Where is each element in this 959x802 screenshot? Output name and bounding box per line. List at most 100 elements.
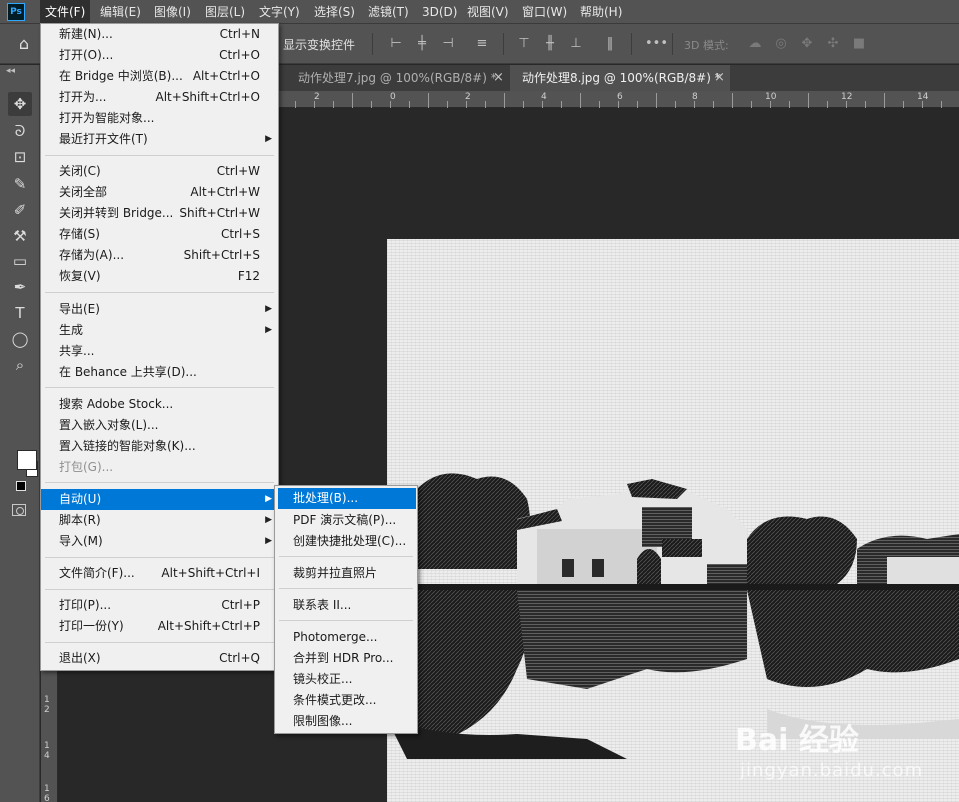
menu-item-print-one-copy[interactable]: 打印一份(Y) Alt+Shift+Ctrl+P <box>41 616 278 637</box>
menu-item-open[interactable]: 打开(O)... Ctrl+O <box>41 45 278 66</box>
file-menu: 新建(N)... Ctrl+N 打开(O)... Ctrl+O 在 Bridge 中… <box>40 23 279 671</box>
ruler-tick <box>751 101 752 108</box>
align-center-horizontal-icon[interactable]: ╪ <box>413 35 431 53</box>
submenu-arrow-icon: ▶ <box>265 494 272 504</box>
tools-panel: ◂◂ ✥ ᘐ ⊡ ✎ ✐ ⚒ ▭ ✒ T ◯ ⌕ <box>0 65 40 802</box>
menu-select[interactable]: 选择(S) <box>309 0 360 24</box>
menu-help[interactable]: 帮助(H) <box>575 0 627 24</box>
submenu-arrow-icon: ▶ <box>265 134 272 144</box>
ellipse-tool-icon[interactable]: ◯ <box>8 327 32 351</box>
divider <box>672 33 673 55</box>
menu-item-file-info[interactable]: 文件简介(F)... Alt+Shift+Ctrl+I <box>41 563 278 584</box>
menu-edit[interactable]: 编辑(E) <box>95 0 146 24</box>
ruler-tick <box>808 93 809 108</box>
menu-item-revert[interactable]: 恢复(V) F12 <box>41 266 278 287</box>
brush-tool-icon[interactable]: ✐ <box>8 198 32 222</box>
crop-tool-icon[interactable]: ⊡ <box>8 145 32 169</box>
menu-item-automate[interactable]: 自动(U) ▶ <box>41 489 278 510</box>
distribute-vertical-icon[interactable]: ‖ <box>601 35 619 53</box>
ruler-tick <box>352 93 353 108</box>
menu-item-merge-to-hdr[interactable]: 合并到 HDR Pro... <box>275 648 417 669</box>
menu-item-save[interactable]: 存储(S) Ctrl+S <box>41 224 278 245</box>
menu-separator <box>279 556 413 557</box>
menu-separator <box>45 292 274 293</box>
menu-item-save-as[interactable]: 存储为(A)... Shift+Ctrl+S <box>41 245 278 266</box>
menu-item-scripts[interactable]: 脚本(R) ▶ <box>41 510 278 531</box>
menu-image[interactable]: 图像(I) <box>149 0 196 24</box>
menu-item-place-linked[interactable]: 置入链接的智能对象(K)... <box>41 436 278 457</box>
menu-item-close[interactable]: 关闭(C) Ctrl+W <box>41 161 278 182</box>
menu-item-photomerge[interactable]: Photomerge... <box>275 627 417 648</box>
3d-roll-icon[interactable]: ◎ <box>772 35 790 53</box>
menu-item-close-all[interactable]: 关闭全部 Alt+Ctrl+W <box>41 182 278 203</box>
foreground-color-swatch[interactable] <box>17 450 37 470</box>
pen-tool-icon[interactable]: ✒ <box>8 275 32 299</box>
zoom-tool-icon[interactable]: ⌕ <box>8 353 32 377</box>
menu-item-conditional-mode-change[interactable]: 条件模式更改... <box>275 690 417 711</box>
menu-item-print[interactable]: 打印(P)... Ctrl+P <box>41 595 278 616</box>
distribute-icon[interactable]: ≡ <box>473 35 491 53</box>
menu-item-crop-and-straighten[interactable]: 裁剪并拉直照片 <box>275 563 417 584</box>
clone-stamp-tool-icon[interactable]: ⚒ <box>8 224 32 248</box>
menu-item-close-and-go-to-bridge[interactable]: 关闭并转到 Bridge... Shift+Ctrl+W <box>41 203 278 224</box>
menu-item-generate[interactable]: 生成 ▶ <box>41 320 278 341</box>
ruler-tick <box>732 93 733 108</box>
menu-item-share[interactable]: 共享... <box>41 341 278 362</box>
menu-filter[interactable]: 滤镜(T) <box>363 0 414 24</box>
3d-camera-icon[interactable]: ■ <box>850 35 868 53</box>
ruler-tick <box>599 101 600 108</box>
show-transform-controls-label[interactable]: 显示变换控件 <box>283 36 355 53</box>
align-right-icon[interactable]: ⊣ <box>439 35 457 53</box>
menu-item-open-as[interactable]: 打开为... Alt+Shift+Ctrl+O <box>41 87 278 108</box>
menu-3d[interactable]: 3D(D) <box>417 0 462 24</box>
3d-orbit-icon[interactable]: ☁ <box>746 35 764 53</box>
ruler-tick <box>656 93 657 108</box>
more-options-icon[interactable]: ••• <box>645 35 668 53</box>
menu-item-fit-image[interactable]: 限制图像... <box>275 711 417 732</box>
menu-item-open-recent[interactable]: 最近打开文件(T) ▶ <box>41 129 278 150</box>
menu-window[interactable]: 窗口(W) <box>517 0 572 24</box>
quick-mask-icon[interactable] <box>12 504 26 516</box>
menu-item-browse-in-bridge[interactable]: 在 Bridge 中浏览(B)... Alt+Ctrl+O <box>41 66 278 87</box>
ruler-tick <box>561 101 562 108</box>
ruler-tick <box>922 101 923 108</box>
eyedropper-tool-icon[interactable]: ✎ <box>8 172 32 196</box>
collapse-panel-icon[interactable]: ◂◂ <box>6 66 15 76</box>
menu-item-export[interactable]: 导出(E) ▶ <box>41 299 278 320</box>
close-tab-icon[interactable]: × <box>714 65 725 91</box>
gradient-tool-icon[interactable]: ▭ <box>8 249 32 273</box>
menu-item-pdf-presentation[interactable]: PDF 演示文稿(P)... <box>275 510 417 531</box>
default-colors-icon[interactable] <box>16 481 26 491</box>
menu-item-share-on-behance[interactable]: 在 Behance 上共享(D)... <box>41 362 278 383</box>
3d-drag-icon[interactable]: ✥ <box>798 35 816 53</box>
tab-document-8[interactable]: 动作处理8.jpg @ 100%(RGB/8#) * <box>510 65 730 91</box>
menu-item-open-as-smart-object[interactable]: 打开为智能对象... <box>41 108 278 129</box>
tab-document-7[interactable]: 动作处理7.jpg @ 100%(RGB/8#) * <box>286 65 509 91</box>
lasso-tool-icon[interactable]: ᘐ <box>8 119 32 143</box>
home-icon[interactable]: ⌂ <box>14 34 34 54</box>
align-bottom-icon[interactable]: ⊥ <box>567 35 585 53</box>
align-middle-vertical-icon[interactable]: ╫ <box>541 35 559 53</box>
type-tool-icon[interactable]: T <box>8 301 32 325</box>
close-tab-icon[interactable]: × <box>493 65 504 91</box>
menu-view[interactable]: 视图(V) <box>462 0 514 24</box>
menu-type[interactable]: 文字(Y) <box>254 0 305 24</box>
baidu-watermark: Bai 经验 <box>735 723 859 758</box>
menu-item-exit[interactable]: 退出(X) Ctrl+Q <box>41 648 278 669</box>
menu-item-create-droplet[interactable]: 创建快捷批处理(C)... <box>275 531 417 552</box>
menu-item-new[interactable]: 新建(N)... Ctrl+N <box>41 24 278 45</box>
align-left-icon[interactable]: ⊢ <box>387 35 405 53</box>
ruler-tick <box>637 101 638 108</box>
menu-item-import[interactable]: 导入(M) ▶ <box>41 531 278 552</box>
menu-item-contact-sheet[interactable]: 联系表 II... <box>275 595 417 616</box>
menu-item-place-embedded[interactable]: 置入嵌入对象(L)... <box>41 415 278 436</box>
menu-item-batch[interactable]: 批处理(B)... <box>278 488 416 509</box>
3d-slide-icon[interactable]: ✣ <box>824 35 842 53</box>
align-top-icon[interactable]: ⊤ <box>515 35 533 53</box>
move-tool-icon[interactable]: ✥ <box>8 92 32 116</box>
menu-layer[interactable]: 图层(L) <box>200 0 250 24</box>
menu-item-search-adobe-stock[interactable]: 搜索 Adobe Stock... <box>41 394 278 415</box>
menu-file[interactable]: 文件(F) <box>40 0 91 24</box>
divider <box>372 33 373 55</box>
menu-item-lens-correction[interactable]: 镜头校正... <box>275 669 417 690</box>
